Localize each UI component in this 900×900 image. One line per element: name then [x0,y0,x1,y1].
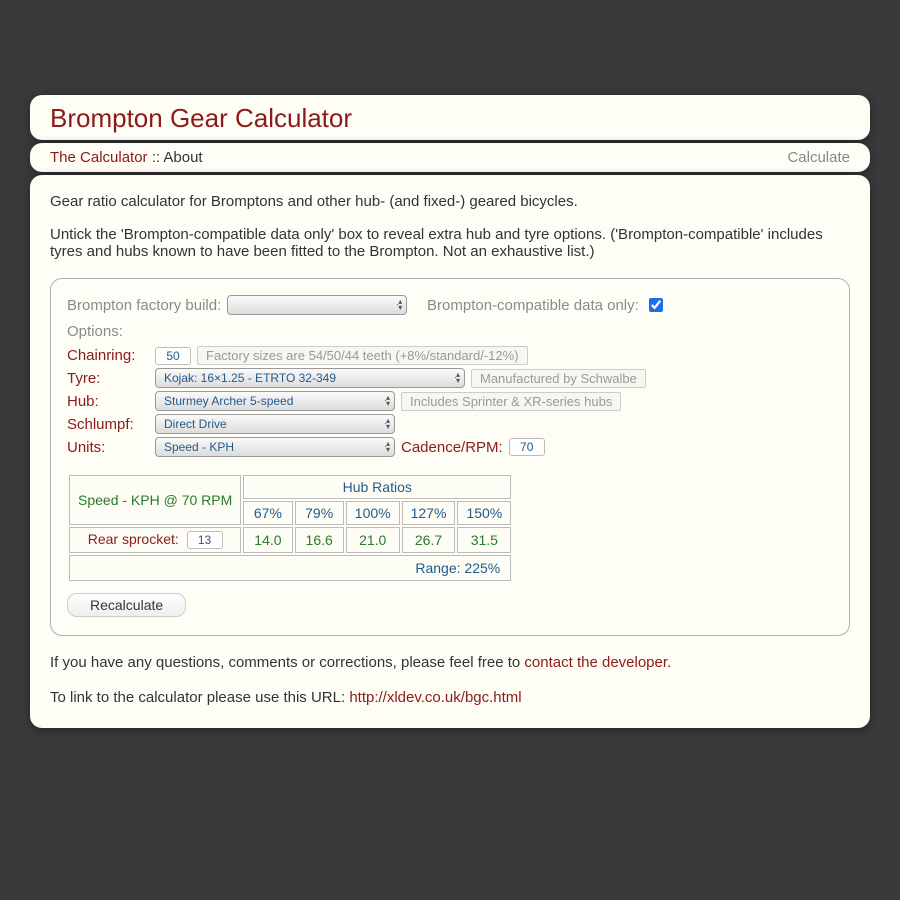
ratio-cell: 127% [402,501,456,525]
ratio-cell: 67% [243,501,292,525]
units-label: Units: [67,439,149,456]
speed-cell: 26.7 [402,527,456,553]
compat-checkbox[interactable] [649,298,663,312]
tyre-desc: Manufactured by Schwalbe [471,369,646,388]
nav-calculator-link[interactable]: The Calculator [50,149,148,166]
schlumpf-select[interactable]: Direct Drive [155,414,395,434]
chainring-desc: Factory sizes are 54/50/44 teeth (+8%/st… [197,346,528,365]
main-content: Gear ratio calculator for Bromptons and … [30,175,870,728]
chainring-label: Chainring: [67,347,149,364]
options-fieldset: Brompton factory build: ▴▾ Brompton-comp… [50,278,850,636]
cadence-input[interactable] [509,438,545,456]
footer-link: To link to the calculator please use thi… [50,689,850,706]
tyre-label: Tyre: [67,370,149,387]
speed-cell: 14.0 [243,527,292,553]
speed-cell: 21.0 [346,527,400,553]
range-cell: Range: 225% [69,555,511,581]
build-select[interactable] [227,295,407,315]
schlumpf-label: Schlumpf: [67,416,149,433]
compat-label: Brompton-compatible data only: [427,297,639,314]
intro-text-1: Gear ratio calculator for Bromptons and … [50,193,850,210]
rear-sprocket-label: Rear sprocket: [88,531,179,547]
rear-sprocket-input[interactable] [187,531,223,549]
results-table: Speed - KPH @ 70 RPM Hub Ratios 67% 79% … [67,473,513,583]
hub-desc: Includes Sprinter & XR-series hubs [401,392,621,411]
options-header: Options: [67,323,833,340]
units-select[interactable]: Speed - KPH [155,437,395,457]
cadence-label: Cadence/RPM: [401,439,503,456]
chainring-input[interactable] [155,347,191,365]
footer-contact: If you have any questions, comments or c… [50,654,850,671]
build-label: Brompton factory build: [67,297,221,314]
title-bar: Brompton Gear Calculator [30,95,870,140]
nav-about-link[interactable]: About [163,149,202,166]
recalculate-button[interactable]: Recalculate [67,593,186,617]
calculator-url-link[interactable]: http://xldev.co.uk/bgc.html [349,689,521,706]
ratio-cell: 79% [295,501,344,525]
tyre-select[interactable]: Kojak: 16×1.25 - ETRTO 32-349 [155,368,465,388]
hub-label: Hub: [67,393,149,410]
page-title: Brompton Gear Calculator [50,103,850,134]
speed-cell: 16.6 [295,527,344,553]
ratio-cell: 150% [457,501,511,525]
nav-calculate-link[interactable]: Calculate [787,149,850,166]
hubratios-header: Hub Ratios [243,475,511,499]
speed-cell: 31.5 [457,527,511,553]
contact-developer-link[interactable]: contact the developer [524,654,667,671]
nav-bar: The Calculator :: About Calculate [30,143,870,172]
ratio-cell: 100% [346,501,400,525]
rear-sprocket-row: Rear sprocket: [69,527,241,553]
results-area: Speed - KPH @ 70 RPM Hub Ratios 67% 79% … [67,473,833,617]
intro-text-2: Untick the 'Brompton-compatible data onl… [50,226,850,260]
hub-select[interactable]: Sturmey Archer 5-speed [155,391,395,411]
nav-separator: :: [148,149,164,166]
results-header: Speed - KPH @ 70 RPM [69,475,241,525]
